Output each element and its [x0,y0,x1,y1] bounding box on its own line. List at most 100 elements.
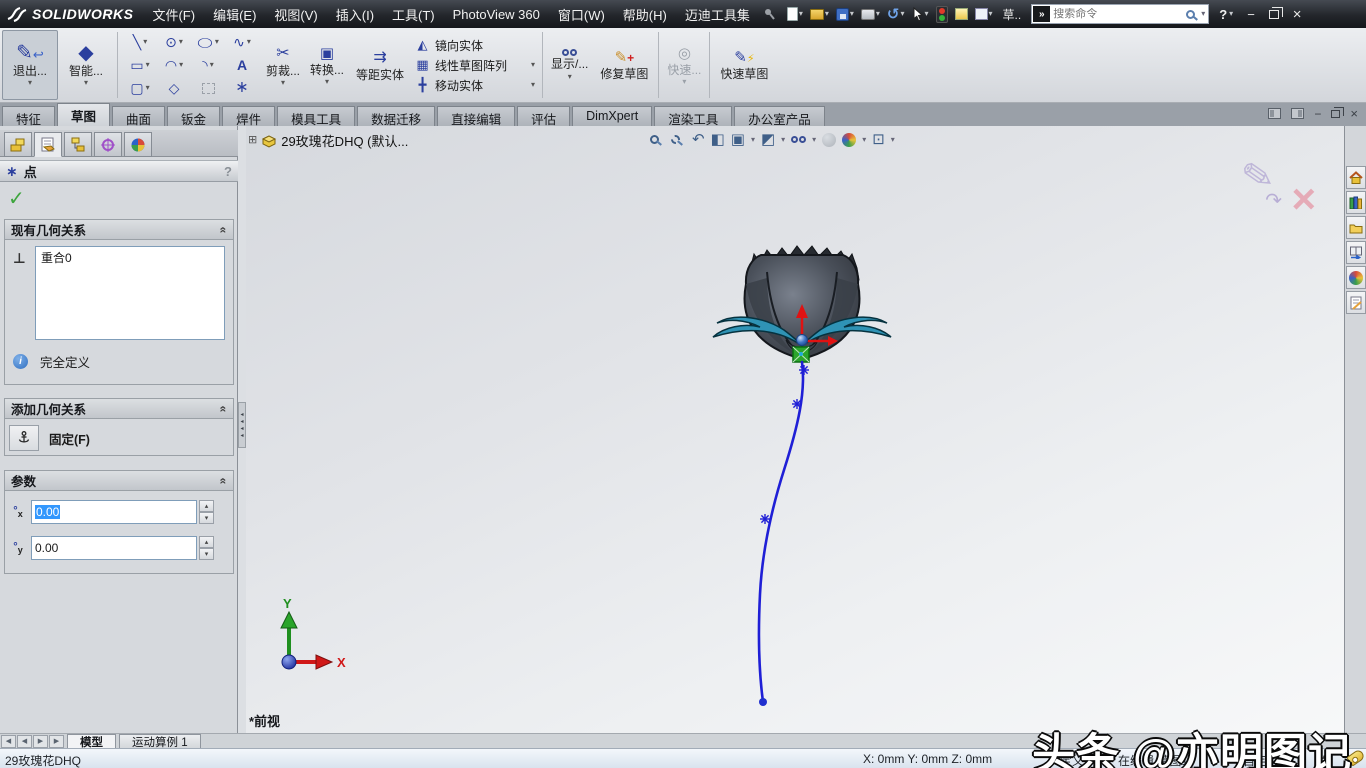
selected-sketch-point[interactable] [793,347,809,362]
tab-evaluate[interactable]: 评估 [517,106,570,126]
home-button[interactable] [1346,166,1366,189]
help-button[interactable]: ? [1219,7,1227,22]
smart-dimension-button[interactable]: ◆ 智能... ▾ [58,30,114,100]
next-document-icon[interactable] [1291,108,1304,119]
ellipse-tool[interactable]: ◯▾ [191,31,225,54]
tab-feature-manager[interactable] [4,132,32,157]
panel-collapse-handle[interactable]: ◂◂◂◂ [238,402,246,448]
dropdown-arrow-icon[interactable]: ▾ [146,84,150,92]
command-search-box[interactable]: » ▾ [1031,4,1209,24]
existing-relations-header[interactable]: 现有几何关系 « [5,220,233,240]
spline-point-icon[interactable] [792,399,802,409]
tab-configuration-manager[interactable] [64,132,92,157]
add-relations-header[interactable]: 添加几何关系 « [5,399,233,419]
dropdown-arrow-icon[interactable]: ▾ [901,10,905,18]
next-tab-nav-button[interactable]: ▶ [33,735,48,748]
menu-edit[interactable]: 编辑(E) [204,5,265,24]
tab-office-products[interactable]: 办公室产品 [734,106,825,126]
comment-icon[interactable] [955,8,968,20]
panel-splitter[interactable]: ◂◂◂◂ [238,126,246,733]
text-tool[interactable]: A [225,54,259,77]
dropdown-arrow-icon[interactable]: ▾ [531,81,535,89]
relation-list-item[interactable]: 重合0 [41,249,219,266]
menu-maidi-tools[interactable]: 迈迪工具集 [676,5,759,24]
file-explorer-button[interactable] [1346,216,1366,239]
move-entities-button[interactable]: ╋移动实体▾ [415,77,535,94]
open-document-button[interactable]: ▾ [810,9,829,20]
repair-sketch-button[interactable]: ✎+ 修复草图 [593,30,655,100]
dropdown-arrow-icon[interactable]: ▾ [179,61,183,69]
view-palette-button[interactable] [1346,241,1366,264]
print-button[interactable]: ▾ [861,9,880,20]
document-close-button[interactable]: × [1350,107,1358,120]
previous-document-icon[interactable] [1268,108,1281,119]
exit-sketch-button[interactable]: ✎↩ 退出... ▾ [2,30,58,100]
menu-tools[interactable]: 工具(T) [383,5,444,24]
spin-down-icon[interactable]: ▾ [199,512,214,524]
tab-sketch[interactable]: 草图 [57,103,110,126]
offset-entities-button[interactable]: ⇉ 等距实体 [349,30,411,100]
restore-button[interactable] [1269,10,1279,19]
spin-down-icon[interactable]: ▾ [199,548,214,560]
graphics-area[interactable]: ⊞ 29玫瑰花DHQ (默认... ↶ ◧ ▣▾ ◩▾ ▾ ▾ ⊡▾ ✎ ↷ × [246,126,1344,733]
tab-features[interactable]: 特征 [2,106,55,126]
toolbar-overflow-label[interactable]: 草.. [1003,6,1022,23]
y-coordinate-field[interactable]: 0.00 [31,536,197,560]
dropdown-arrow-icon[interactable]: ▾ [876,10,880,18]
dropdown-arrow-icon[interactable]: ▾ [210,61,214,69]
dropdown-arrow-icon[interactable]: ▾ [179,38,183,46]
dropdown-arrow-icon[interactable]: ▾ [568,73,572,81]
slot-tool[interactable]: ▢▾ [123,77,157,100]
spline-endpoint[interactable] [759,698,767,706]
new-document-button[interactable]: ▾ [787,7,803,21]
spin-up-icon[interactable]: ▴ [199,536,214,548]
spline-point-icon[interactable] [799,365,809,375]
menu-file[interactable]: 文件(F) [143,5,204,24]
dropdown-arrow-icon[interactable]: ▾ [989,10,993,18]
tab-display-manager[interactable] [124,132,152,157]
parameters-header[interactable]: 参数 « [5,471,233,491]
fix-relation-button[interactable] [9,425,39,451]
tab-dimxpert-manager[interactable] [94,132,122,157]
dropdown-arrow-icon[interactable]: ▾ [28,79,32,87]
custom-properties-button[interactable] [1346,291,1366,314]
dropdown-arrow-icon[interactable]: ▾ [1201,10,1205,18]
tab-weldments[interactable]: 焊件 [222,106,275,126]
rapid-sketch-button[interactable]: ✎⚡ 快速草图 [713,30,775,100]
dropdown-arrow-icon[interactable]: ▾ [850,10,854,18]
tab-property-manager[interactable] [34,132,62,157]
options-button[interactable]: ▾ [975,8,993,20]
relations-listbox[interactable]: 重合0 [35,246,225,340]
tab-sheet-metal[interactable]: 钣金 [167,106,220,126]
panel-help-icon[interactable]: ? [224,164,232,179]
tab-mold-tools[interactable]: 模具工具 [277,106,355,126]
previous-tab-nav-button[interactable]: ◀ [17,735,32,748]
dropdown-arrow-icon[interactable]: ▾ [247,38,251,46]
tab-render-tools[interactable]: 渲染工具 [654,106,732,126]
dropdown-arrow-icon[interactable]: ▾ [281,79,285,87]
line-tool[interactable]: ╲▾ [123,31,157,54]
ok-button[interactable]: ✓ [8,186,25,211]
dropdown-arrow-icon[interactable]: ▾ [925,10,929,18]
tab-data-migration[interactable]: 数据迁移 [357,106,435,126]
collapse-chevron-icon[interactable]: « [217,226,231,233]
traffic-light-icon[interactable] [936,6,948,23]
point-tool[interactable]: ∗ [225,77,259,100]
close-button[interactable]: × [1293,7,1302,22]
dropdown-arrow-icon[interactable]: ▾ [146,61,150,69]
menu-photoview[interactable]: PhotoView 360 [444,7,549,22]
x-coordinate-field[interactable]: 0.00 [31,500,197,524]
polygon-tool[interactable]: ◇ [157,77,191,100]
dropdown-arrow-icon[interactable]: ▾ [143,38,147,46]
x-spinner[interactable]: ▴ ▾ [199,500,214,524]
collapse-chevron-icon[interactable]: « [217,405,231,412]
dropdown-arrow-icon[interactable]: ▾ [1229,10,1233,18]
stem-spline[interactable] [759,362,803,702]
linear-pattern-button[interactable]: ▦线性草图阵列▾ [415,57,535,74]
model-tab[interactable]: 模型 [67,734,116,748]
spline-point-icon[interactable] [760,514,770,524]
tab-dimxpert[interactable]: DimXpert [572,106,652,126]
spin-up-icon[interactable]: ▴ [199,500,214,512]
rectangle-tool[interactable]: ▭▾ [123,54,157,77]
document-restore-button[interactable] [1331,110,1340,118]
